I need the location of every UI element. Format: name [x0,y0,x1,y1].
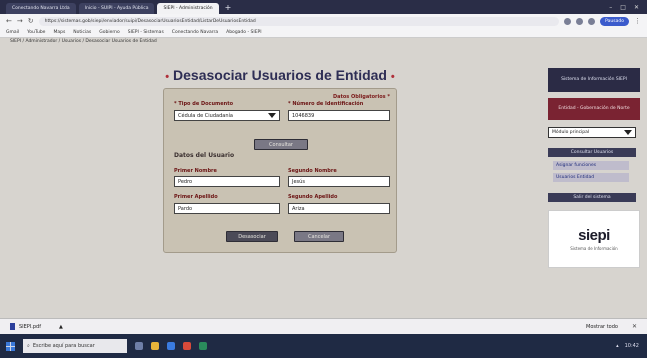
bookmark-item[interactable]: Conectando Navarra [172,30,218,35]
dissociate-form: Datos Obligatorios * * Tipo de Documento… [163,88,397,253]
sidebar-select-value: Módulo principal [552,130,590,135]
sidebar-system-box: Sistema de Información SIEPI [548,68,640,92]
bookmark-item[interactable]: Gobierno [99,30,120,35]
address-bar-row: ← → ↻ https://sistemas.gob/siepi/enviado… [0,14,647,28]
minimize-icon[interactable]: – [609,4,612,11]
pdf-file-icon [10,323,15,330]
sidebar-entity-box: Entidad - Gobernación de Norte [548,98,640,120]
siepi-logo: siepi Sistema de Información [548,210,640,268]
sidebar-link-users[interactable]: Usuarios Entidad [553,173,629,182]
required-note: Datos Obligatorios * [332,94,390,100]
close-icon[interactable]: ✕ [634,4,639,11]
taskbar-search-placeholder: Escribe aquí para buscar [32,343,95,349]
search-button[interactable]: Consultar [254,139,308,150]
bookmark-item[interactable]: YouTube [27,30,45,35]
second-surname-field[interactable]: Ariza [288,203,390,214]
chevron-up-icon[interactable]: ▲ [59,324,63,330]
browser-tab-bar: Conectando Navarra Ltda Inicio - SUIPI -… [0,0,647,14]
browser-tab[interactable]: Conectando Navarra Ltda [6,3,76,14]
system-tray: ▴ 10:42 [616,343,647,349]
chevron-down-icon [624,130,632,135]
sidebar-section-exit[interactable]: Salir del sistema [548,193,636,202]
network-icon[interactable]: ▴ [616,343,619,349]
taskbar-search[interactable]: ⌕ Escribe aquí para buscar [23,339,127,353]
browser-tab-active[interactable]: SIEPI - Administración [157,3,219,14]
windows-start-icon[interactable] [6,341,15,351]
bookmark-item[interactable]: Gmail [6,30,19,35]
id-number-input[interactable]: 1046839 [288,110,390,121]
extension-icon[interactable] [576,17,584,25]
cancel-button[interactable]: Cancelar [294,231,344,242]
second-surname-label: Segundo Apellido [288,194,338,200]
edge-icon[interactable] [167,342,175,350]
first-surname-field[interactable]: Pardo [174,203,280,214]
browser-tab[interactable]: Inicio - SUIPI - Ayuda Pública [78,3,155,14]
bookmark-item[interactable]: Noticias [73,30,91,35]
doc-type-select[interactable]: Cédula de Ciudadanía [174,110,280,121]
search-icon: ⌕ [27,343,30,349]
forward-icon[interactable]: → [17,17,23,25]
chevron-down-icon [268,113,276,118]
chrome-icon[interactable] [183,342,191,350]
doc-type-label: * Tipo de Documento [174,101,234,107]
second-name-label: Segundo Nombre [288,168,337,174]
title-bullet-icon: • [390,71,395,83]
user-section-title: Datos del Usuario [174,152,235,159]
id-number-label: * Número de Identificación [288,101,364,107]
close-icon[interactable]: ✕ [632,323,637,330]
clock[interactable]: 10:42 [625,343,639,349]
second-name-field[interactable]: Jesús [288,176,390,187]
task-view-icon[interactable] [135,342,143,350]
bookmark-item[interactable]: Abogado - SIEPI [226,30,261,35]
sidebar-link-assign[interactable]: Asignar funciones [553,161,629,170]
dissociate-button[interactable]: Desasociar [226,231,278,242]
app-icon[interactable] [199,342,207,350]
doc-type-value: Cédula de Ciudadanía [178,112,233,119]
title-bullet-icon: • [165,71,170,83]
first-surname-label: Primer Apellido [174,194,218,200]
sidebar-entity-label: Entidad - Gobernación de Norte [558,106,630,111]
download-bar: SIEPI.pdf ▲ Mostrar todo ✕ [0,318,647,334]
first-name-field[interactable]: Pedro [174,176,280,187]
windows-taskbar: ⌕ Escribe aquí para buscar ▴ 10:42 [0,334,647,358]
sidebar-module-select[interactable]: Módulo principal [548,127,636,138]
url-field[interactable]: https://sistemas.gob/siepi/enviador/suip… [38,16,560,26]
download-file-name: SIEPI.pdf [19,323,41,330]
back-icon[interactable]: ← [6,17,12,25]
profile-button[interactable]: Pausado [600,16,629,26]
logo-subtitle: Sistema de Información [570,246,618,251]
page-title-text: Desasociar Usuarios de Entidad [173,67,387,83]
maximize-icon[interactable]: □ [620,4,626,11]
bookmarks-bar: Gmail YouTube Maps Noticias Gobierno SIE… [0,28,647,38]
file-explorer-icon[interactable] [151,342,159,350]
download-item[interactable]: SIEPI.pdf ▲ [10,323,63,330]
page-title: • Desasociar Usuarios de Entidad • [160,67,400,83]
new-tab-icon[interactable]: + [225,3,232,12]
show-all-downloads-button[interactable]: Mostrar todo [586,324,618,330]
logo-text: siepi [578,227,610,244]
sidebar-section-consultar: Consultar Usuarios [548,148,636,157]
first-name-label: Primer Nombre [174,168,217,174]
bookmark-item[interactable]: SIEPI - Sistemas [128,30,164,35]
window-controls: – □ ✕ [609,4,647,11]
sidebar-system-label: Sistema de Información SIEPI [561,77,627,82]
reload-icon[interactable]: ↻ [28,17,34,25]
extension-icon[interactable] [564,17,572,25]
bookmark-item[interactable]: Maps [53,30,65,35]
menu-dots-icon[interactable]: ⋮ [634,17,641,25]
extension-icon[interactable] [588,17,596,25]
breadcrumb: SIEPI / Administrador / Usuarios / Desas… [10,39,157,44]
